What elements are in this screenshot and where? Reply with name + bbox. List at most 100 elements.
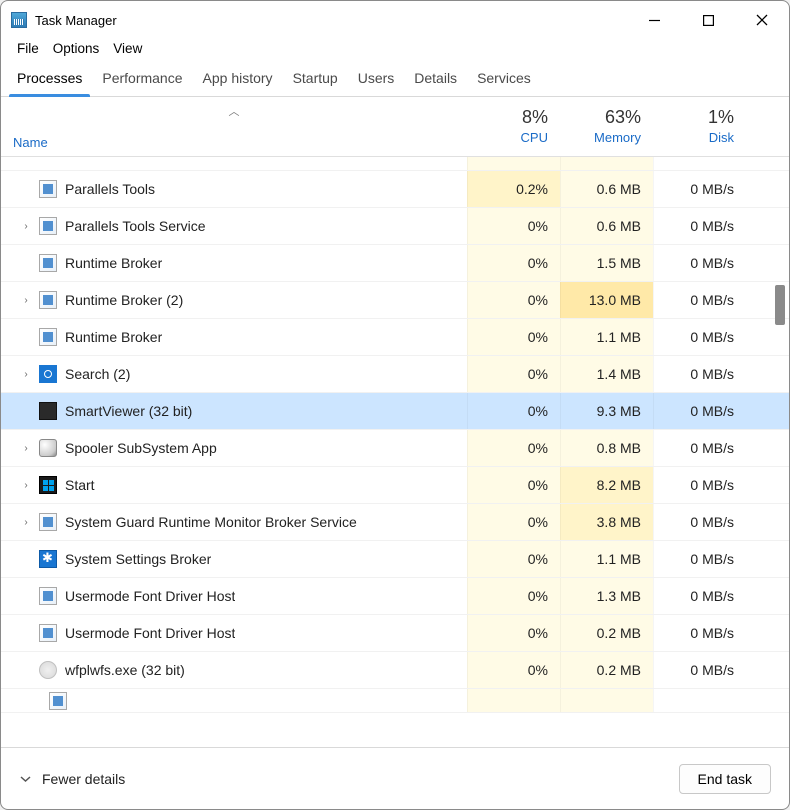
process-name-label: Start [65,477,95,493]
process-name-cell[interactable]: ›Parallels Tools Service [1,208,467,244]
tab-users[interactable]: Users [348,64,405,96]
scrollbar-thumb[interactable] [775,285,785,325]
window-controls [627,1,789,39]
tab-app-history[interactable]: App history [193,64,283,96]
process-cpu-cell: 0.2% [467,171,560,207]
process-cpu-cell: 0% [467,208,560,244]
tabbar: Processes Performance App history Startu… [1,64,789,97]
scrollbar-vertical[interactable] [771,157,787,747]
process-disk-cell: 0 MB/s [653,356,746,392]
fewer-details-toggle[interactable]: Fewer details [19,771,125,787]
process-row[interactable]: ›Runtime Broker (2)0%13.0 MB0 MB/s [1,282,789,319]
expander-icon[interactable]: › [19,480,33,491]
expander-icon[interactable]: › [19,369,33,380]
column-header-name[interactable]: ︿ Name [1,97,467,156]
column-header-cpu[interactable]: 8% CPU [467,97,560,156]
process-disk-cell: 0 MB/s [653,430,746,466]
process-name-cell[interactable]: › Runtime Broker (2) [1,282,467,318]
process-cpu-cell: 0% [467,393,560,429]
window-title: Task Manager [35,13,117,28]
process-name-cell[interactable]: ›Usermode Font Driver Host [1,578,467,614]
process-row[interactable]: ›Runtime Broker0%1.5 MB0 MB/s [1,245,789,282]
process-disk-cell: 0 MB/s [653,171,746,207]
process-name-cell[interactable]: ›Runtime Broker [1,319,467,355]
maximize-button[interactable] [681,1,735,39]
process-icon [39,661,57,679]
titlebar[interactable]: Task Manager [1,1,789,39]
chevron-down-icon [19,772,32,785]
column-header-disk[interactable]: 1% Disk [653,97,746,156]
process-cpu-cell: 0% [467,356,560,392]
tab-performance[interactable]: Performance [92,64,192,96]
process-list[interactable]: ›Parallels Tools0.2%0.6 MB0 MB/s›Paralle… [1,157,789,747]
process-cpu-cell: 0% [467,319,560,355]
process-memory-cell: 1.5 MB [560,245,653,281]
process-row[interactable]: ›Search (2)0%1.4 MB0 MB/s [1,356,789,393]
process-row[interactable]: ›Runtime Broker0%1.1 MB0 MB/s [1,319,789,356]
process-name-cell[interactable]: ›SmartViewer (32 bit) [1,393,467,429]
process-memory-cell: 1.1 MB [560,319,653,355]
process-name-cell[interactable]: ›Spooler SubSystem App [1,430,467,466]
process-name-cell[interactable]: ›wfplwfs.exe (32 bit) [1,652,467,688]
tab-details[interactable]: Details [404,64,467,96]
menu-options[interactable]: Options [47,39,106,58]
process-icon [39,254,57,272]
process-memory-cell: 0.2 MB [560,615,653,651]
process-icon [39,328,57,346]
process-disk-cell: 0 MB/s [653,467,746,503]
process-row[interactable]: ›System Guard Runtime Monitor Broker Ser… [1,504,789,541]
process-row[interactable]: ›SmartViewer (32 bit)0%9.3 MB0 MB/s [1,393,789,430]
process-memory-cell: 9.3 MB [560,393,653,429]
menu-file[interactable]: File [11,39,45,58]
process-row[interactable]: ›Spooler SubSystem App0%0.8 MB0 MB/s [1,430,789,467]
process-row-partial-top[interactable] [1,157,789,171]
end-task-button[interactable]: End task [679,764,771,794]
process-name-cell[interactable]: › Start [1,467,467,503]
close-button[interactable] [735,1,789,39]
minimize-button[interactable] [627,1,681,39]
process-disk-cell: 0 MB/s [653,615,746,651]
expander-icon[interactable]: › [19,221,33,232]
process-name-label: Runtime Broker [65,329,162,345]
tab-processes[interactable]: Processes [7,64,92,96]
process-name-cell[interactable]: ›System Guard Runtime Monitor Broker Ser… [1,504,467,540]
menu-view[interactable]: View [107,39,148,58]
process-disk-cell: 0 MB/s [653,652,746,688]
process-name-cell[interactable]: ›Usermode Font Driver Host [1,615,467,651]
process-name-cell[interactable]: ›Runtime Broker [1,245,467,281]
process-cpu-cell: 0% [467,504,560,540]
process-icon [39,513,57,531]
footer: Fewer details End task [1,747,789,809]
process-disk-cell: 0 MB/s [653,208,746,244]
process-row[interactable]: ›System Settings Broker0%1.1 MB0 MB/s [1,541,789,578]
process-cpu-cell: 0% [467,467,560,503]
process-row[interactable]: ›wfplwfs.exe (32 bit)0%0.2 MB0 MB/s [1,652,789,689]
process-row[interactable]: › Start 0%8.2 MB0 MB/s [1,467,789,504]
process-name-label: Runtime Broker (2) [65,292,183,308]
cpu-label: CPU [521,130,548,145]
process-name-label: Usermode Font Driver Host [65,625,235,641]
process-cpu-cell: 0% [467,578,560,614]
process-row[interactable]: ›Parallels Tools Service0%0.6 MB0 MB/s [1,208,789,245]
process-memory-cell: 0.8 MB [560,430,653,466]
process-name-cell[interactable]: ›Parallels Tools [1,171,467,207]
process-name-cell[interactable]: › Search (2) [1,356,467,392]
column-header-memory[interactable]: 63% Memory [560,97,653,156]
tab-startup[interactable]: Startup [283,64,348,96]
process-name-label: Search (2) [65,366,130,382]
expander-icon[interactable]: › [19,295,33,306]
process-row[interactable]: ›Usermode Font Driver Host0%0.2 MB0 MB/s [1,615,789,652]
expander-icon[interactable]: › [19,443,33,454]
process-icon [39,291,57,309]
process-memory-cell: 8.2 MB [560,467,653,503]
process-row[interactable]: ›Usermode Font Driver Host0%1.3 MB0 MB/s [1,578,789,615]
expander-icon[interactable]: › [19,517,33,528]
process-row-partial-bottom[interactable] [1,689,789,713]
process-name-cell[interactable]: ›System Settings Broker [1,541,467,577]
process-icon [39,550,57,568]
process-row[interactable]: ›Parallels Tools0.2%0.6 MB0 MB/s [1,171,789,208]
fewer-details-label: Fewer details [42,771,125,787]
process-memory-cell: 0.6 MB [560,208,653,244]
tab-services[interactable]: Services [467,64,541,96]
memory-total-percent: 63% [605,107,641,128]
